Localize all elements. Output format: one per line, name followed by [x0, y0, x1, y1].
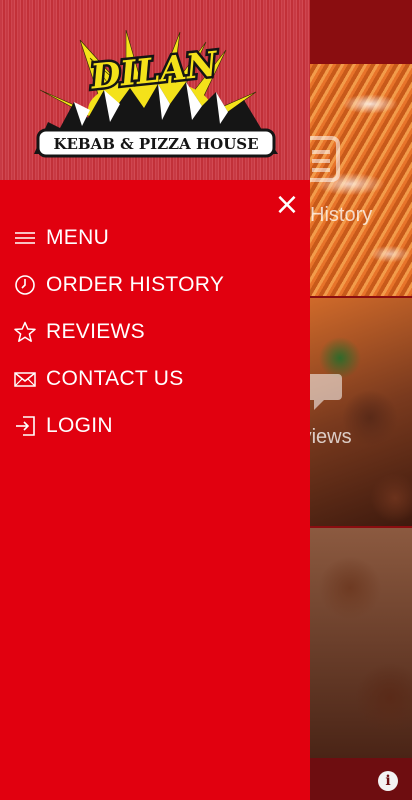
drawer-header: KEBAB & PIZZA HOUSE DILAN — [0, 0, 310, 180]
hamburger-icon — [14, 227, 36, 249]
nav-label-login: LOGIN — [46, 413, 113, 437]
tile-history-label: History — [310, 204, 373, 226]
chat-bubble-icon — [310, 368, 344, 421]
food-image-tile[interactable] — [310, 528, 412, 758]
tile-reviews-label: Reviews — [310, 426, 352, 448]
clock-icon — [14, 274, 36, 296]
envelope-icon — [14, 368, 36, 390]
star-icon — [14, 321, 36, 343]
nav-item-login[interactable]: LOGIN — [0, 402, 310, 449]
nav-label-order-history: ORDER HISTORY — [46, 272, 225, 296]
nav-label-contact-us: CONTACT US — [46, 366, 184, 390]
nav-item-reviews[interactable]: REVIEWS — [0, 308, 310, 355]
navigation-drawer: KEBAB & PIZZA HOUSE DILAN × MENU ORDER H… — [0, 0, 310, 800]
dilan-logo: KEBAB & PIZZA HOUSE DILAN — [34, 30, 278, 158]
list-icon — [310, 134, 342, 191]
order-history-tile[interactable]: History — [310, 64, 412, 296]
nav-item-order-history[interactable]: ORDER HISTORY — [0, 261, 310, 308]
nav-item-menu[interactable]: MENU — [0, 214, 310, 261]
info-icon[interactable]: i — [378, 771, 398, 791]
nav-label-menu: MENU — [46, 225, 110, 249]
nav-item-contact-us[interactable]: CONTACT US — [0, 355, 310, 402]
login-icon — [14, 415, 36, 437]
logo-subtitle: KEBAB & PIZZA HOUSE — [53, 135, 258, 153]
nav-label-reviews: REVIEWS — [46, 319, 145, 343]
reviews-tile[interactable]: Reviews — [310, 298, 412, 526]
drawer-nav: MENU ORDER HISTORY REVIEWS CONTACT US LO… — [0, 214, 310, 449]
